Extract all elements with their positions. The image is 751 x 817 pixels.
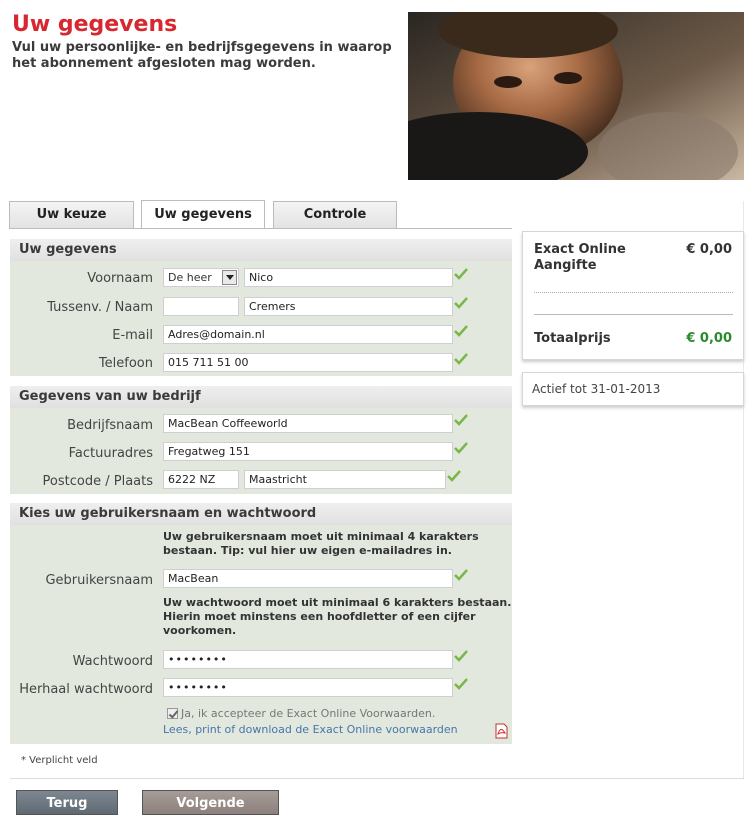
bedrijfsnaam-label: Bedrijfsnaam — [67, 418, 153, 433]
next-button[interactable]: Volgende — [142, 790, 279, 815]
password-repeat-label: Herhaal wachtwoord — [19, 682, 153, 697]
summary-total-value: € 0,00 — [686, 331, 732, 346]
section-heading-personal: Uw gegevens — [10, 239, 512, 261]
tab-divider — [9, 228, 512, 229]
valid-check-icon — [454, 678, 468, 690]
plaats-field[interactable]: Maastricht — [244, 470, 446, 489]
password-label: Wachtwoord — [72, 654, 153, 669]
back-button[interactable]: Terug — [16, 790, 118, 815]
accept-terms-label: Ja, ik accepteer de Exact Online Voorwaa… — [181, 707, 436, 720]
section-heading-account: Kies uw gebruikersnaam en wachtwoord — [10, 503, 512, 525]
pdf-icon[interactable] — [494, 723, 509, 739]
achternaam-field[interactable]: Cremers — [244, 297, 453, 316]
username-label: Gebruikersnaam — [45, 573, 153, 588]
summary-product-price: € 0,00 — [686, 242, 732, 257]
valid-check-icon — [454, 353, 468, 365]
valid-check-icon — [454, 650, 468, 662]
tab-uw-keuze[interactable]: Uw keuze — [9, 201, 134, 229]
factuuradres-field[interactable]: Fregatweg 151 — [163, 442, 453, 461]
summary-divider — [534, 314, 733, 315]
valid-check-icon — [454, 325, 468, 337]
order-summary: Exact Online Aangifte € 0,00 Totaalprijs… — [522, 231, 744, 360]
tussenvoegsel-field[interactable] — [163, 297, 239, 316]
page-title: Uw gegevens — [12, 12, 178, 37]
required-field-note: * Verplicht veld — [21, 755, 98, 766]
valid-check-icon — [447, 470, 461, 482]
valid-check-icon — [454, 268, 468, 280]
password-field[interactable]: •••••••• — [163, 650, 453, 669]
voornaam-field[interactable]: Nico — [244, 268, 453, 287]
tab-uw-gegevens[interactable]: Uw gegevens — [141, 200, 265, 229]
summary-product-name: Exact Online Aangifte — [534, 242, 626, 273]
voornaam-label: Voornaam — [87, 271, 153, 286]
email-label: E-mail — [112, 328, 153, 343]
valid-check-icon — [454, 414, 468, 426]
salutation-value: De heer — [168, 271, 212, 284]
footer-divider — [10, 778, 744, 779]
accept-terms-checkbox[interactable]: Ja, ik accepteer de Exact Online Voorwaa… — [167, 707, 435, 720]
postcode-field[interactable]: 6222 NZ — [163, 470, 239, 489]
password-repeat-field[interactable]: •••••••• — [163, 678, 453, 697]
terms-link[interactable]: Lees, print of download de Exact Online … — [163, 723, 458, 736]
section-heading-company: Gegevens van uw bedrijf — [10, 386, 512, 408]
valid-check-icon — [454, 442, 468, 454]
telefoon-field[interactable]: 015 711 51 00 — [163, 353, 453, 372]
active-until-box: Actief tot 31-01-2013 — [522, 372, 744, 406]
username-hint: Uw gebruikersnaam moet uit minimaal 4 ka… — [163, 530, 479, 557]
telefoon-label: Telefoon — [98, 356, 153, 371]
bedrijfsnaam-field[interactable]: MacBean Coffeeworld — [163, 414, 453, 433]
valid-check-icon — [454, 297, 468, 309]
checkbox-checked-icon[interactable] — [167, 708, 178, 719]
worker-photo-image — [408, 12, 744, 180]
username-field[interactable]: MacBean — [163, 569, 453, 588]
summary-total-label: Totaalprijs — [534, 331, 611, 346]
postcode-label: Postcode / Plaats — [42, 474, 153, 489]
email-field[interactable]: Adres@domain.nl — [163, 325, 453, 344]
tab-controle[interactable]: Controle — [273, 201, 397, 229]
salutation-select[interactable]: De heer — [163, 268, 239, 287]
summary-dotted-divider — [534, 292, 733, 293]
header-photo — [408, 12, 744, 180]
page-subtitle: Vul uw persoonlijke- en bedrijfsgegevens… — [12, 40, 392, 71]
tussenv-label: Tussenv. / Naam — [47, 300, 153, 315]
valid-check-icon — [454, 569, 468, 581]
chevron-down-icon — [222, 270, 237, 285]
password-hint: Uw wachtwoord moet uit minimaal 6 karakt… — [163, 596, 512, 637]
factuuradres-label: Factuuradres — [68, 446, 153, 461]
